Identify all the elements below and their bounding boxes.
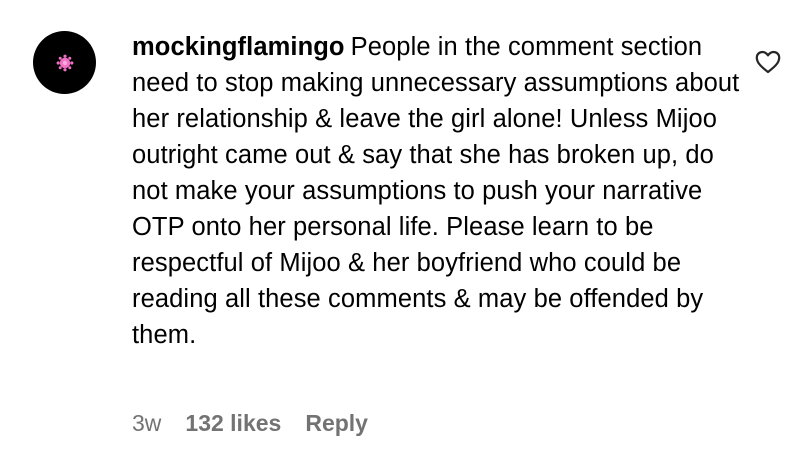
heart-outline-icon <box>755 50 781 74</box>
like-button[interactable] <box>755 50 781 74</box>
comment-meta: 3w 132 likes Reply <box>132 406 368 440</box>
comment-body: mockingflamingo People in the comment sec… <box>132 29 742 353</box>
reply-button[interactable]: Reply <box>305 410 368 437</box>
comment-username[interactable]: mockingflamingo <box>132 33 345 61</box>
likes-count[interactable]: 132 likes <box>185 410 281 437</box>
pink-flower-icon <box>56 54 73 71</box>
user-avatar[interactable] <box>33 31 96 94</box>
comment-item: mockingflamingo People in the comment sec… <box>0 0 806 468</box>
comment-timestamp: 3w <box>132 409 162 436</box>
comment-text: People in the comment section need to st… <box>132 33 740 349</box>
